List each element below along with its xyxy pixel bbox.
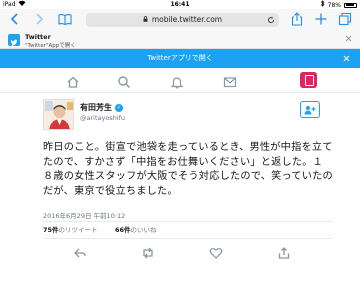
messages-icon[interactable] <box>223 74 237 88</box>
tweet: 有田芳生 ✓ @aritayoshifu 昨日のこと。街宣で池袋を走っているとき… <box>0 93 360 282</box>
retweet-count: 75件 <box>43 226 59 234</box>
bookmarks-icon[interactable] <box>58 12 72 26</box>
follow-button[interactable] <box>300 101 320 118</box>
battery-icon <box>344 2 357 8</box>
new-tab-icon[interactable] <box>314 12 328 26</box>
retweet-stat-label: のリツイート <box>58 226 98 234</box>
retweet-stat[interactable]: 75件のリツイート <box>43 226 98 234</box>
like-count: 66件 <box>115 226 131 234</box>
avatar[interactable] <box>43 99 74 130</box>
notifications-icon[interactable] <box>170 74 184 89</box>
retweet-icon[interactable] <box>141 247 155 259</box>
lock-icon <box>143 16 150 24</box>
verified-icon: ✓ <box>115 103 123 112</box>
reload-icon[interactable] <box>267 13 275 29</box>
display-name[interactable]: 有田芳生 ✓ <box>80 102 123 113</box>
tweet-stats: 75件のリツイート 66件のいいね <box>43 221 333 239</box>
url-text: mobile.twitter.com <box>151 15 223 24</box>
forward-icon[interactable] <box>32 12 46 26</box>
browser-toolbar: mobile.twitter.com <box>0 9 360 31</box>
twitter-logo-icon <box>8 34 20 46</box>
twitter-nav-bar <box>0 68 360 93</box>
tweet-text: 昨日のこと。街宣で池袋を走っているとき、男性が中指を立てたので、すかさず「中指を… <box>43 142 333 197</box>
like-icon[interactable] <box>209 247 223 259</box>
search-icon[interactable] <box>117 74 131 89</box>
back-icon[interactable] <box>8 12 22 26</box>
tabs-icon[interactable] <box>338 12 352 26</box>
close-icon[interactable] <box>345 35 352 44</box>
app-banner-subtitle: "Twitter"Appで開く <box>25 43 76 49</box>
tweet-timestamp[interactable]: 2016年6月29日 午前10:12 <box>43 210 125 220</box>
share-icon[interactable] <box>277 247 291 259</box>
home-icon[interactable] <box>66 74 80 88</box>
address-bar[interactable]: mobile.twitter.com <box>86 13 279 27</box>
reply-icon[interactable] <box>73 247 87 259</box>
close-icon[interactable] <box>343 49 350 69</box>
status-bar: iPad 16:41 78% <box>0 0 360 9</box>
open-in-app-bar[interactable]: Twitterアプリで開く <box>0 49 360 68</box>
share-icon[interactable] <box>290 12 304 26</box>
tweet-actions <box>43 243 333 263</box>
compose-tweet-button[interactable] <box>300 72 317 88</box>
like-stat[interactable]: 66件のいいね <box>115 222 157 238</box>
app-banner-title: Twitter <box>25 33 51 41</box>
status-time: 16:41 <box>170 1 190 8</box>
display-name-text: 有田芳生 <box>80 103 112 112</box>
user-handle[interactable]: @aritayoshifu <box>80 114 125 122</box>
like-stat-label: のいいね <box>130 226 157 234</box>
app-banner[interactable]: Twitter "Twitter"Appで開く <box>0 31 360 49</box>
open-in-app-label: Twitterアプリで開く <box>147 54 213 62</box>
